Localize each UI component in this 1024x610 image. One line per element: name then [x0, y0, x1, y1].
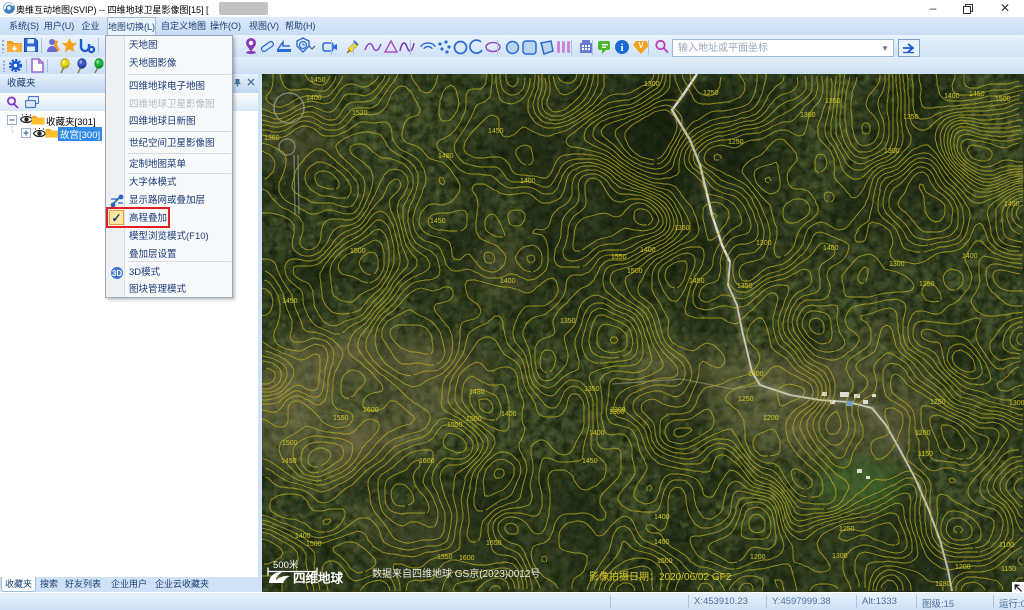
- svg-text:1500: 1500: [350, 248, 366, 255]
- svg-text:四维地球: 四维地球: [293, 571, 344, 586]
- svg-text:1400: 1400: [640, 247, 656, 254]
- svg-text:1450: 1450: [282, 298, 298, 305]
- svg-text:1400: 1400: [501, 411, 517, 418]
- svg-text:1550: 1550: [447, 422, 463, 429]
- svg-text:1600: 1600: [459, 555, 475, 562]
- svg-text:1450: 1450: [654, 539, 670, 546]
- svg-text:1300: 1300: [748, 371, 764, 378]
- svg-text:1450: 1450: [1004, 201, 1020, 208]
- svg-text:1400: 1400: [589, 430, 605, 437]
- svg-text:1300: 1300: [884, 148, 900, 155]
- svg-text:1300: 1300: [1009, 400, 1024, 407]
- svg-text:1400: 1400: [944, 93, 960, 100]
- svg-text:1250: 1250: [919, 281, 935, 288]
- svg-text:1300: 1300: [832, 553, 848, 560]
- svg-text:1400: 1400: [962, 253, 978, 260]
- svg-text:1150: 1150: [918, 451, 933, 458]
- svg-text:V: V: [638, 41, 644, 50]
- svg-text:1360: 1360: [264, 135, 280, 142]
- svg-text:1450: 1450: [582, 458, 598, 465]
- svg-text:1450: 1450: [281, 458, 297, 465]
- svg-text:1480: 1480: [469, 389, 485, 396]
- svg-text:1350: 1350: [737, 283, 753, 290]
- svg-text:1500: 1500: [627, 268, 643, 275]
- svg-text:3D: 3D: [112, 269, 122, 278]
- svg-text:1280: 1280: [935, 581, 951, 588]
- svg-text:1480: 1480: [438, 153, 454, 160]
- svg-text:1500: 1500: [282, 440, 298, 447]
- svg-text:1650: 1650: [486, 540, 502, 547]
- svg-text:1300: 1300: [800, 112, 816, 119]
- svg-text:500米: 500米: [273, 559, 299, 571]
- svg-text:1350: 1350: [825, 98, 841, 105]
- svg-text:1300: 1300: [644, 81, 660, 88]
- svg-text:1400: 1400: [295, 533, 311, 540]
- svg-text:1550: 1550: [333, 415, 349, 422]
- svg-text:1500: 1500: [657, 558, 673, 565]
- svg-text:1400: 1400: [306, 95, 322, 102]
- svg-text:1450: 1450: [689, 278, 705, 285]
- svg-text:1400: 1400: [500, 278, 516, 285]
- svg-text:1200: 1200: [763, 415, 779, 422]
- svg-text:数据来自四维地球 GS京(2023)0012号: 数据来自四维地球 GS京(2023)0012号: [372, 567, 540, 580]
- svg-text:1600: 1600: [419, 458, 435, 465]
- svg-text:1250: 1250: [930, 399, 946, 406]
- svg-text:1300: 1300: [756, 240, 772, 247]
- svg-text:i: i: [620, 42, 623, 54]
- svg-text:1520: 1520: [352, 110, 368, 117]
- svg-text:1200: 1200: [955, 564, 971, 571]
- svg-text:1400: 1400: [823, 245, 839, 252]
- svg-text:1150: 1150: [1001, 566, 1016, 573]
- svg-text:1200: 1200: [750, 554, 766, 561]
- svg-text:1450: 1450: [430, 218, 446, 225]
- svg-text:1350: 1350: [584, 386, 600, 393]
- svg-text:1300: 1300: [889, 261, 905, 268]
- svg-text:1450: 1450: [969, 91, 985, 98]
- svg-text:1250: 1250: [839, 526, 855, 533]
- svg-text:1350: 1350: [674, 225, 690, 232]
- svg-text:1400: 1400: [654, 514, 670, 521]
- svg-text:影像拍摄日期：2020/06/02 GF2: 影像拍摄日期：2020/06/02 GF2: [589, 570, 732, 583]
- svg-text:1400: 1400: [520, 178, 536, 185]
- svg-text:1550: 1550: [611, 254, 627, 261]
- svg-text:1250: 1250: [728, 139, 744, 146]
- svg-text:1450: 1450: [310, 77, 326, 84]
- svg-text:1250: 1250: [738, 396, 754, 403]
- svg-text:1350: 1350: [903, 114, 919, 121]
- svg-text:1100: 1100: [999, 542, 1014, 549]
- svg-text:1500: 1500: [466, 416, 482, 423]
- svg-text:1550: 1550: [437, 554, 453, 561]
- svg-text:1450: 1450: [488, 128, 504, 135]
- svg-text:1350: 1350: [560, 318, 576, 325]
- svg-text:1600: 1600: [363, 407, 379, 414]
- svg-text:1300: 1300: [610, 407, 626, 414]
- svg-text:1250: 1250: [703, 90, 719, 97]
- svg-text:1500: 1500: [995, 96, 1011, 103]
- svg-text:1200: 1200: [915, 430, 931, 437]
- svg-text:1500: 1500: [306, 541, 322, 548]
